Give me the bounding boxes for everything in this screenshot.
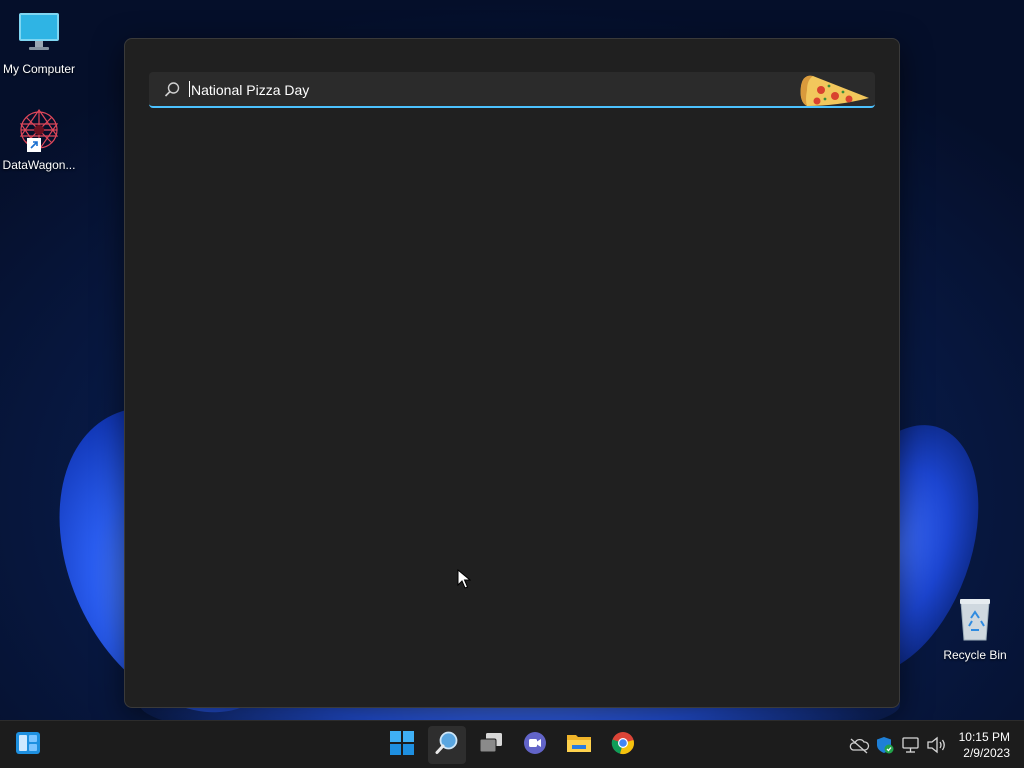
taskbar: 10:15 PM 2/9/2023 <box>0 720 1024 768</box>
search-icon <box>163 81 181 99</box>
search-panel <box>124 38 900 708</box>
task-view-button[interactable] <box>472 726 510 764</box>
network-icon[interactable] <box>900 735 922 755</box>
clock-time: 10:15 PM <box>958 730 1010 744</box>
taskbar-search-button[interactable] <box>428 726 466 764</box>
search-box[interactable] <box>149 72 875 108</box>
chrome-icon <box>611 731 635 760</box>
text-caret <box>189 81 190 97</box>
widgets-icon <box>15 731 41 760</box>
desktop-icon-datawagon[interactable]: DataWagon... <box>0 106 78 172</box>
desktop-icon-recycle-bin[interactable]: Recycle Bin <box>936 596 1014 662</box>
windows-security-icon[interactable] <box>874 735 896 755</box>
widgets-button[interactable] <box>9 726 47 764</box>
search-icon <box>434 730 460 761</box>
clock[interactable]: 10:15 PM 2/9/2023 <box>959 729 1010 761</box>
system-tray <box>848 721 948 769</box>
mouse-cursor-icon <box>457 569 471 589</box>
file-explorer-button[interactable] <box>560 726 598 764</box>
chrome-button[interactable] <box>604 726 642 764</box>
datawagon-app-icon <box>15 106 63 154</box>
teams-chat-icon <box>523 731 547 760</box>
desktop: My Computer DataWagon... Recycle Bin Nat… <box>0 0 1024 720</box>
volume-icon[interactable] <box>926 735 948 755</box>
start-button[interactable] <box>383 726 421 764</box>
clock-date: 2/9/2023 <box>963 746 1010 760</box>
desktop-icon-label: DataWagon... <box>2 158 76 172</box>
desktop-icon-label: My Computer <box>2 62 76 76</box>
search-input[interactable] <box>189 78 793 102</box>
pizza-slice-icon[interactable] <box>797 72 873 108</box>
desktop-icon-label: Recycle Bin <box>943 648 1007 662</box>
teams-chat-button[interactable] <box>516 726 554 764</box>
file-explorer-icon <box>566 732 592 759</box>
windows-start-icon <box>390 730 414 760</box>
recycle-bin-icon <box>951 596 999 644</box>
shortcut-arrow-icon <box>27 138 41 152</box>
onedrive-offline-icon[interactable] <box>848 735 870 755</box>
desktop-icon-my-computer[interactable]: My Computer <box>0 10 78 76</box>
task-view-icon <box>478 732 504 759</box>
monitor-icon <box>15 10 63 58</box>
